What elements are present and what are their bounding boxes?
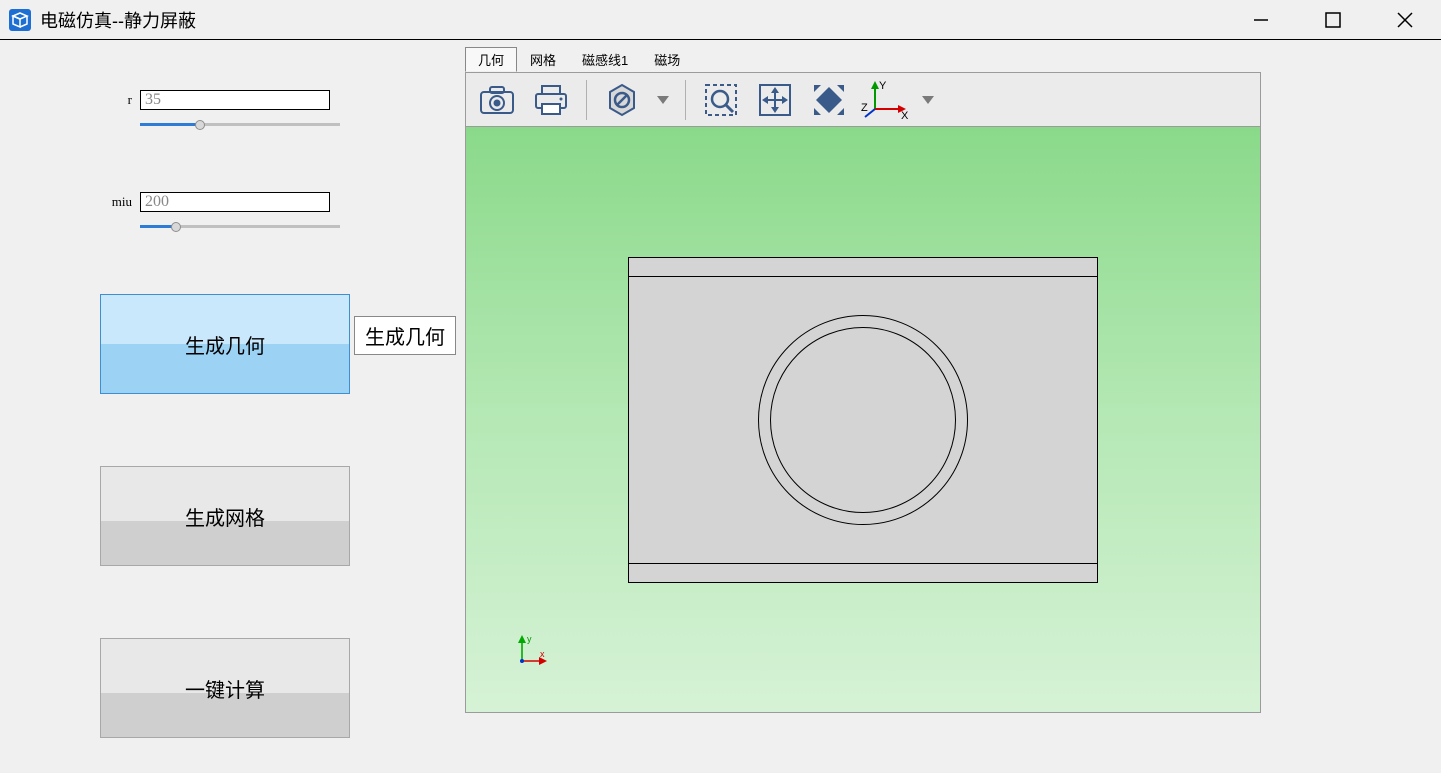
- window-title: 电磁仿真--静力屏蔽: [40, 7, 1225, 33]
- nosymbol-icon[interactable]: [599, 77, 645, 123]
- sidebar: r miu 生成几何 生成网格 一键计算 生成几何: [0, 40, 465, 773]
- tab-mesh[interactable]: 网格: [517, 47, 569, 72]
- titlebar: 电磁仿真--静力屏蔽: [0, 0, 1441, 40]
- viewer-panel: 几何 网格 磁感线1 磁场: [465, 40, 1441, 773]
- axis-triad-icon[interactable]: Y X Z: [860, 77, 910, 123]
- svg-text:X: X: [901, 110, 909, 121]
- tab-flux[interactable]: 磁感线1: [569, 47, 641, 72]
- toolbar-separator: [586, 80, 587, 120]
- camera-icon[interactable]: [474, 77, 520, 123]
- svg-text:x: x: [540, 649, 545, 659]
- miu-input[interactable]: [140, 192, 330, 212]
- dropdown-2[interactable]: [918, 96, 938, 104]
- r-input[interactable]: [140, 90, 330, 110]
- geometry-rect: [628, 257, 1098, 583]
- svg-text:Y: Y: [879, 80, 887, 92]
- compute-button[interactable]: 一键计算: [100, 638, 350, 738]
- axis-indicator: y x: [514, 633, 548, 672]
- print-icon[interactable]: [528, 77, 574, 123]
- generate-geometry-button[interactable]: 生成几何: [100, 294, 350, 394]
- zoom-extents-icon[interactable]: [806, 77, 852, 123]
- svg-text:y: y: [527, 634, 532, 644]
- maximize-button[interactable]: [1297, 0, 1369, 40]
- r-label: r: [100, 92, 140, 108]
- r-slider[interactable]: [140, 118, 340, 132]
- tabbar: 几何 网格 磁感线1 磁场: [465, 52, 1261, 72]
- miu-slider[interactable]: [140, 220, 340, 234]
- tab-field[interactable]: 磁场: [641, 47, 693, 72]
- svg-text:Z: Z: [861, 102, 868, 114]
- zoom-region-icon[interactable]: [698, 77, 744, 123]
- generate-mesh-button[interactable]: 生成网格: [100, 466, 350, 566]
- pan-icon[interactable]: [752, 77, 798, 123]
- minimize-button[interactable]: [1225, 0, 1297, 40]
- geometry-ring-inner: [770, 327, 956, 513]
- miu-label: miu: [100, 194, 140, 210]
- canvas[interactable]: y x: [465, 127, 1261, 713]
- app-icon: [8, 8, 32, 32]
- toolbar: Y X Z: [465, 72, 1261, 127]
- tooltip: 生成几何: [354, 316, 456, 355]
- window-controls: [1225, 0, 1441, 40]
- close-button[interactable]: [1369, 0, 1441, 40]
- tab-geometry[interactable]: 几何: [465, 47, 517, 72]
- dropdown-1[interactable]: [653, 96, 673, 104]
- toolbar-separator: [685, 80, 686, 120]
